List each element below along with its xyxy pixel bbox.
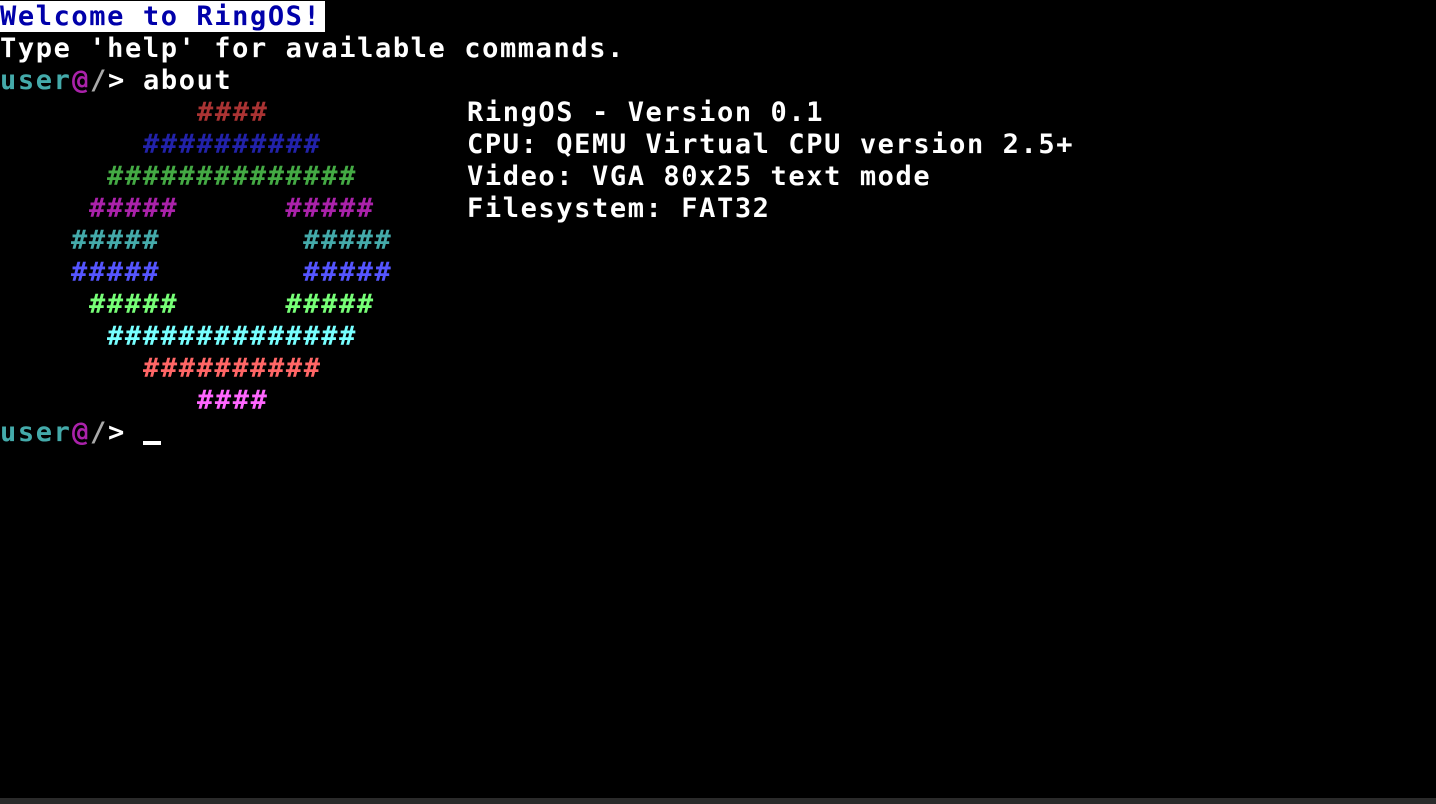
logo-row: ##### #####	[71, 257, 393, 288]
help-text: Type 'help' for available commands.	[0, 33, 625, 64]
info-filesystem: Filesystem: FAT32	[467, 193, 771, 224]
logo-row: ##### #####	[71, 225, 393, 256]
text-cursor[interactable]	[143, 441, 161, 445]
info-version: RingOS - Version 0.1	[467, 97, 825, 128]
prompt-path: /	[90, 65, 108, 96]
prompt-user: user	[0, 65, 72, 96]
command-text: about	[143, 65, 233, 96]
logo-row: ##########	[143, 129, 322, 160]
info-cpu: CPU: QEMU Virtual CPU version 2.5+	[467, 129, 1075, 160]
prompt-arrow: >	[108, 65, 126, 96]
prompt-user: user	[0, 417, 72, 448]
info-video: Video: VGA 80x25 text mode	[467, 161, 932, 192]
help-line: Type 'help' for available commands.	[0, 33, 623, 65]
logo-row: ##### #####	[89, 193, 375, 224]
logo-row: ####	[197, 97, 269, 128]
logo-row: ##############	[107, 321, 357, 352]
logo-row: ##############	[107, 161, 357, 192]
prompt-line-2: user @ / >	[0, 417, 124, 449]
prompt-line-1: user @ / > about	[0, 65, 231, 97]
welcome-banner: Welcome to RingOS!	[0, 1, 326, 32]
prompt-arrow: >	[108, 417, 126, 448]
logo-row: ##########	[143, 353, 322, 384]
prompt-at: @	[72, 65, 90, 96]
prompt-path: /	[90, 417, 108, 448]
terminal-screen[interactable]: Welcome to RingOS! Type 'help' for avail…	[0, 0, 1436, 804]
logo-row: ####	[197, 385, 269, 416]
window-bottom-edge	[0, 798, 1436, 804]
logo-row: ##### #####	[89, 289, 375, 320]
prompt-at: @	[72, 417, 90, 448]
